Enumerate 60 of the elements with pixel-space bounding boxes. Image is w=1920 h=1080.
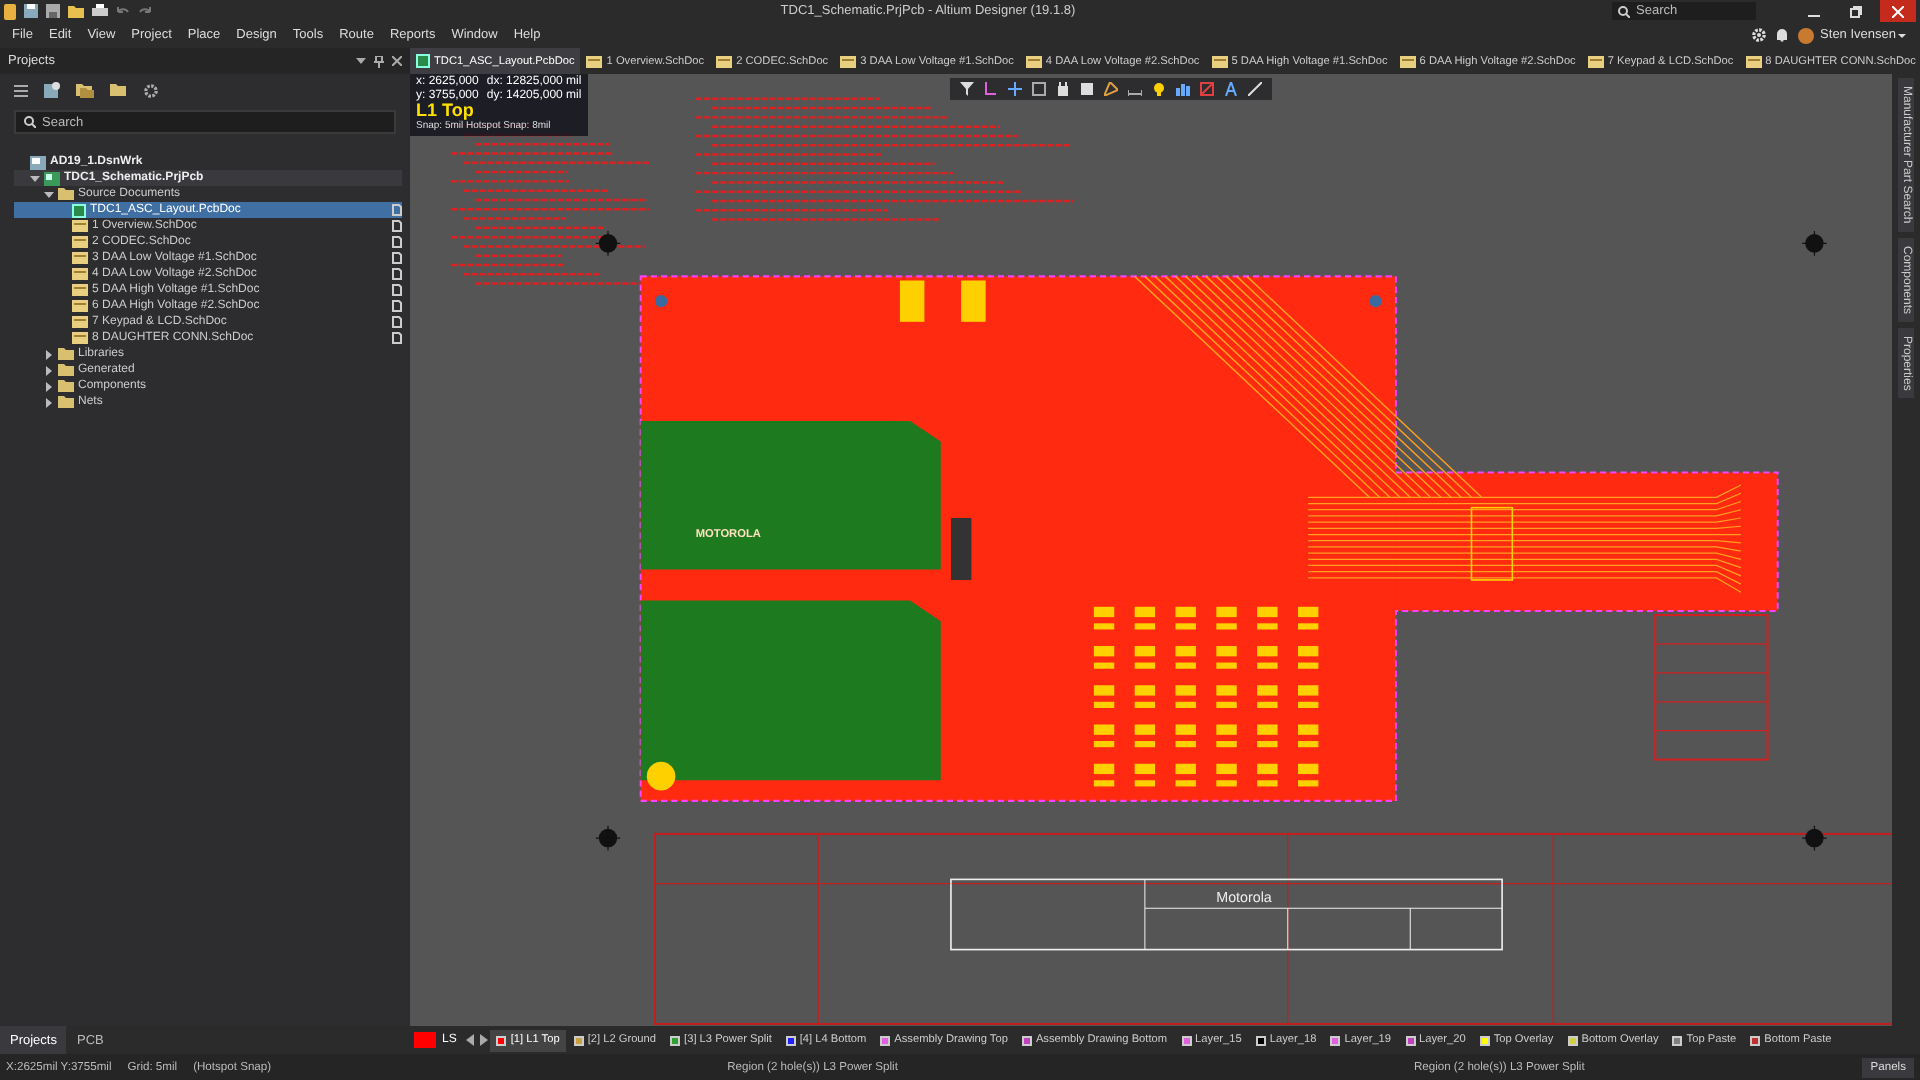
folders-icon[interactable] [76, 82, 94, 98]
close-icon [1892, 5, 1904, 17]
square-icon[interactable] [1080, 82, 1094, 96]
schematic-document-icon[interactable] [1399, 55, 1416, 67]
list-icon[interactable] [14, 83, 28, 97]
mounting-hole-icon [1801, 230, 1828, 257]
schematic-document-icon[interactable] [1025, 55, 1042, 67]
expanded-arrow-icon[interactable] [43, 189, 53, 199]
text-tool-icon[interactable] [1224, 82, 1238, 96]
folder-icon[interactable] [68, 4, 84, 18]
print-icon[interactable] [92, 4, 108, 18]
schematic-document-icon[interactable] [840, 55, 857, 67]
current-layer-swatch[interactable] [414, 1032, 436, 1048]
app-logo-icon[interactable] [4, 3, 16, 19]
schematic-document-icon[interactable] [586, 55, 603, 67]
collapsed-arrow-icon[interactable] [43, 365, 53, 375]
mounting-hole-icon [595, 825, 621, 852]
redo-icon[interactable] [138, 4, 152, 18]
light-bulb-icon[interactable] [1152, 82, 1166, 96]
keepout-icon[interactable] [1200, 82, 1214, 96]
close-icon[interactable] [392, 56, 402, 66]
collapsed-arrow-icon[interactable] [43, 381, 53, 391]
plus-icon[interactable] [1008, 82, 1022, 96]
pcb-document-icon[interactable] [72, 203, 86, 217]
previous-icon[interactable] [466, 1034, 477, 1046]
undo-icon[interactable] [116, 4, 130, 18]
restore-icon [1850, 5, 1862, 17]
search-icon [24, 116, 36, 128]
schematic-document-icon[interactable] [1745, 55, 1762, 67]
mounting-hole-icon [595, 230, 621, 257]
search-icon [1618, 5, 1630, 17]
polygon-icon[interactable] [1104, 82, 1118, 96]
current-layer-label: L1 Top [416, 102, 476, 120]
settings-icon[interactable] [144, 83, 158, 97]
workspace-icon[interactable] [44, 82, 60, 98]
caret-icon[interactable] [1896, 29, 1908, 41]
component-icon[interactable] [1056, 82, 1070, 96]
line-icon[interactable] [1248, 82, 1262, 96]
project-icon [44, 171, 60, 185]
save-all-icon[interactable] [46, 4, 60, 18]
chart-icon[interactable] [1176, 82, 1190, 96]
filter-icon[interactable] [960, 82, 974, 96]
route-icon[interactable] [984, 82, 998, 96]
notification-bell-icon[interactable] [1776, 28, 1789, 42]
rectangle-icon[interactable] [1032, 82, 1046, 96]
title-block-company: Motorola [1216, 890, 1272, 907]
collapsed-arrow-icon[interactable] [43, 397, 53, 407]
collapsed-arrow-icon[interactable] [43, 349, 53, 359]
schematic-document-icon[interactable] [1211, 55, 1228, 67]
workspace-icon [30, 155, 46, 169]
folder-icon[interactable] [110, 82, 128, 98]
user-avatar-icon [1798, 27, 1815, 43]
dropdown-icon[interactable] [356, 56, 366, 66]
expanded-arrow-icon[interactable] [29, 173, 39, 183]
pcb-document-icon[interactable] [416, 54, 430, 68]
schematic-document-icon[interactable] [1587, 55, 1604, 67]
schematic-document-icon[interactable] [716, 55, 733, 67]
close-button[interactable] [1880, 0, 1916, 22]
mounting-hole-icon [1801, 825, 1828, 852]
pin-icon[interactable] [374, 55, 384, 67]
